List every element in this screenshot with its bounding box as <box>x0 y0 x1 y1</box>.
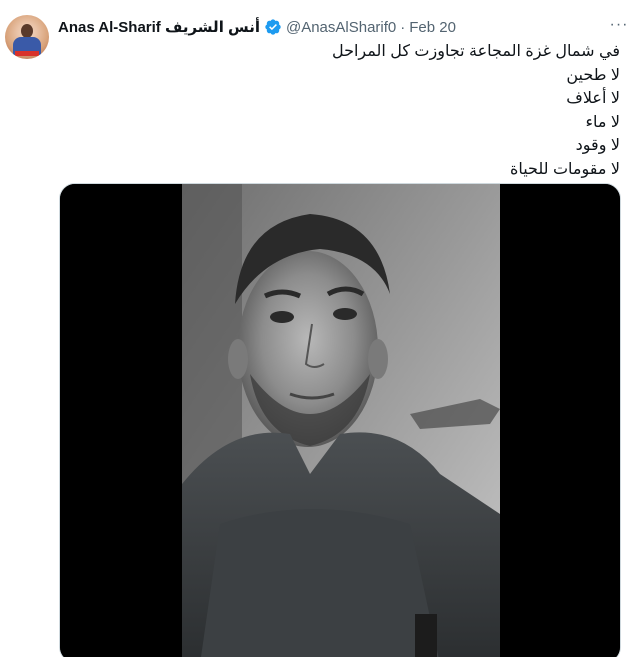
tweet-text-line: لا أعلاف <box>566 90 620 107</box>
handle[interactable]: @AnasAlSharif0 <box>286 19 396 36</box>
separator: · <box>400 18 406 36</box>
tweet-date[interactable]: Feb 20 <box>409 19 456 36</box>
tweet-text-line: لا وقود <box>575 137 620 154</box>
display-name[interactable]: Anas Al-Sharif أنس الشريف <box>58 18 260 36</box>
tweet-text-line: لا مقومات للحياة <box>509 160 620 178</box>
tweet-header: Anas Al-Sharif أنس الشريف @AnasAlSharif0… <box>58 16 610 38</box>
video-frame <box>60 184 620 657</box>
verified-badge-icon <box>265 19 281 35</box>
avatar-bar <box>15 51 39 56</box>
more-options-icon[interactable]: ··· <box>608 14 630 36</box>
tweet[interactable]: Anas Al-Sharif أنس الشريف @AnasAlSharif0… <box>0 0 640 657</box>
tweet-text-line: لا ماء <box>585 113 620 131</box>
tweet-text: في شمال غزة المجاعة تجاوزت كل المراحل لا… <box>60 40 620 181</box>
tweet-text-line: لا طحين <box>566 66 620 84</box>
avatar[interactable] <box>5 15 49 59</box>
video-thumbnail[interactable] <box>59 183 621 657</box>
avatar-head <box>21 24 33 38</box>
tweet-text-line: في شمال غزة المجاعة تجاوزت كل المراحل <box>331 43 620 60</box>
